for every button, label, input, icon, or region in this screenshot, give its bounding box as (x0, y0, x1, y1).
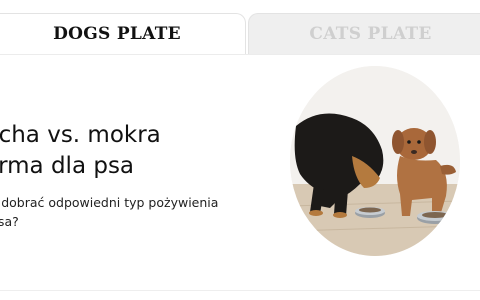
tab-dogs-plate[interactable]: DOGS PLATE (0, 13, 246, 54)
article-title-line-2: arma dla psa (0, 153, 135, 179)
article-subtitle-line-2: psa? (0, 214, 19, 229)
tab-cats-plate[interactable]: CATS PLATE (248, 13, 480, 54)
article-title-line-1: ucha vs. mokra (0, 122, 161, 148)
tab-bar: DOGS PLATE CATS PLATE (0, 0, 480, 58)
article-subtitle-line-1: k dobrać odpowiedni typ pożywienia (0, 195, 219, 210)
dogs-eating-photo (290, 66, 460, 256)
article-subtitle: k dobrać odpowiedni typ pożywienia psa? (0, 193, 250, 231)
dogs-eating-illustration (290, 66, 460, 256)
article-title[interactable]: ucha vs. mokra arma dla psa (0, 120, 254, 182)
card-bottom-divider (0, 290, 480, 291)
